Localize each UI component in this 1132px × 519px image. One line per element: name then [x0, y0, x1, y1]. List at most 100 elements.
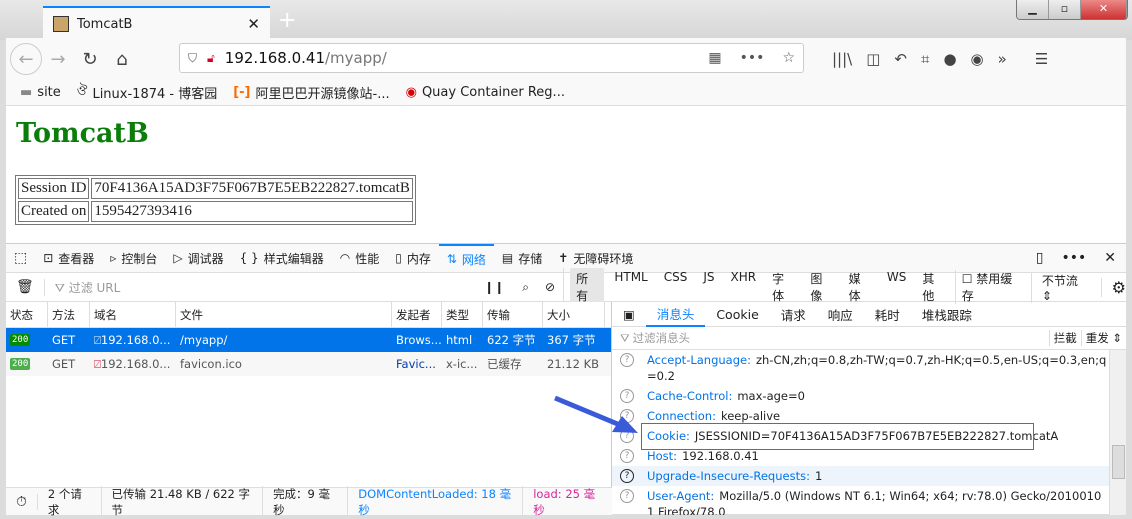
tab-stack-trace[interactable]: 堆栈跟踪 [911, 302, 983, 327]
request-domain: ⍁ 192.168.0... [94, 356, 171, 372]
close-window-button[interactable]: ✕ [1081, 0, 1127, 19]
tab-performance[interactable]: ◠ 性能 [332, 244, 388, 273]
crop-icon[interactable]: ⌗ [921, 50, 929, 68]
help-icon[interactable]: ? [620, 449, 634, 463]
close-devtools-icon[interactable]: ✕ [1104, 250, 1116, 266]
col-domain[interactable]: 域名 [90, 302, 176, 327]
col-method[interactable]: 方法 [48, 302, 90, 327]
memory-icon: ▯ [395, 251, 402, 265]
filter-js[interactable]: JS [697, 268, 720, 306]
sidebar-icon[interactable]: ◫ [866, 50, 880, 68]
bookmark-aliyun[interactable]: [-] 阿里巴巴开源镜像站-... [233, 83, 389, 102]
library-icon[interactable]: |||\ [832, 50, 852, 68]
load-time: load: 25 毫秒 [533, 486, 596, 517]
tab-response[interactable]: 响应 [817, 302, 864, 327]
filter-html[interactable]: HTML [608, 268, 653, 306]
help-icon[interactable]: ? [620, 489, 634, 503]
disable-cache-checkbox[interactable]: ☐ 禁用缓存 [954, 270, 1023, 304]
window-controls: ▁ ▫ ✕ [1016, 0, 1128, 20]
search-icon[interactable]: ⌕ [514, 280, 537, 295]
request-row[interactable]: 200 GET ⍁ 192.168.0... favicon.ico Favic… [6, 352, 611, 376]
scrollbar-thumb[interactable] [1112, 445, 1125, 479]
bookmarks-bar: ▬ site ঔ Linux-1874 - 博客园 [-] 阿里巴巴开源镜像站-...… [6, 80, 1126, 106]
more-icon[interactable]: ••• [740, 50, 765, 66]
extension-icon[interactable]: ● [943, 50, 956, 68]
filter-ws[interactable]: WS [881, 268, 912, 306]
bookmark-site[interactable]: ▬ site [20, 85, 61, 100]
close-tab-icon[interactable]: ✕ [247, 15, 260, 33]
session-id-value: 70F4136A15AD3F75F067B7E5EB222827.tomcatB [91, 178, 413, 199]
header-filter-input[interactable]: ⛛ 过滤消息头 拦截 重发 ⇕ [612, 327, 1126, 350]
devtools-more-icon[interactable]: ••• [1061, 250, 1086, 266]
new-tab-button[interactable]: + [278, 8, 296, 33]
tab-cookies[interactable]: Cookie [705, 302, 769, 327]
block-icon[interactable]: ⊘ [537, 280, 563, 294]
filter-all[interactable]: 所有 [570, 268, 605, 306]
resend-button[interactable]: 重发 ⇕ [1080, 330, 1126, 346]
tab-style-editor[interactable]: { } 样式编辑器 [232, 244, 332, 273]
filter-css[interactable]: CSS [658, 268, 694, 306]
tab-timings[interactable]: 耗时 [864, 302, 911, 327]
col-type[interactable]: 类型 [442, 302, 483, 327]
col-initiator[interactable]: 发起者 [392, 302, 442, 327]
url-bar[interactable]: ⛉ 🔓︎ 192.168.0.41/myapp/ ▦ ••• ☆ [179, 43, 804, 73]
col-status[interactable]: 状态 [6, 302, 48, 327]
tab-params[interactable]: 请求 [770, 302, 817, 327]
insecure-lock-icon[interactable]: 🔓︎ [207, 51, 215, 66]
browser-tab[interactable]: TomcatB ✕ [43, 6, 270, 40]
maximize-button[interactable]: ▫ [1049, 0, 1081, 19]
undo-icon[interactable]: ↶ [894, 50, 907, 68]
tab-network[interactable]: ⇅ 网络 [438, 243, 494, 273]
col-size[interactable]: 大小 [543, 302, 605, 327]
filter-url-input[interactable]: ⛛ 过滤 URL [43, 278, 474, 296]
url-path: /myapp/ [325, 49, 387, 67]
header-row: ? Cache-Control: max-age=0 [612, 386, 1126, 406]
filter-images[interactable]: 图像 [804, 268, 838, 306]
reload-button[interactable]: ↻ [74, 43, 106, 75]
throttle-select[interactable]: 不节流 ⇕ [1030, 271, 1101, 303]
col-file[interactable]: 文件 [176, 302, 392, 327]
quay-icon: ◉ [405, 85, 417, 100]
menu-icon[interactable]: ☰ [1035, 50, 1048, 68]
request-row[interactable]: 200 GET ⍁ 192.168.0... /myapp/ Brows... … [6, 328, 611, 352]
home-button[interactable]: ⌂ [106, 43, 138, 75]
qr-code-icon[interactable]: ▦ [708, 50, 721, 66]
filter-fonts[interactable]: 字体 [766, 268, 800, 306]
dock-icon[interactable]: ▯ [1036, 250, 1044, 266]
bookmark-star-icon[interactable]: ☆ [782, 50, 795, 66]
minimize-button[interactable]: ▁ [1017, 0, 1049, 19]
settings-gear-icon[interactable]: ⚙ [1100, 277, 1126, 297]
request-type: html [446, 333, 473, 347]
overflow-icon[interactable]: » [998, 50, 1007, 68]
pause-icon[interactable]: ❙❙ [474, 280, 514, 294]
col-transferred[interactable]: 传输 [483, 302, 543, 327]
tab-headers[interactable]: 消息头 [645, 302, 706, 327]
tab-inspector[interactable]: ⊡ 查看器 [35, 244, 102, 273]
filter-media[interactable]: 媒体 [843, 268, 877, 306]
header-row: ? Accept-Language: zh-CN,zh;q=0.8,zh-TW;q=… [612, 350, 1126, 386]
tab-console[interactable]: ▹ 控制台 [102, 244, 165, 273]
forward-button[interactable]: → [42, 43, 74, 75]
help-icon[interactable]: ? [620, 469, 634, 483]
headers-scrollbar[interactable] [1109, 350, 1126, 515]
block-button[interactable]: 拦截 [1048, 330, 1081, 346]
toggle-sidebar-icon[interactable]: ▣ [612, 302, 646, 327]
filter-xhr[interactable]: XHR [725, 268, 763, 306]
request-initiator: Favic... [396, 357, 436, 371]
bookmark-cnblogs[interactable]: ঔ Linux-1874 - 博客园 [77, 82, 217, 103]
bookmark-quay[interactable]: ◉ Quay Container Reg... [406, 85, 565, 100]
cnblogs-icon: ঔ [76, 84, 88, 99]
back-button[interactable]: ← [10, 43, 42, 75]
account-icon[interactable]: ◉ [971, 50, 984, 68]
element-picker-icon[interactable]: ⬚ [6, 244, 35, 273]
tab-debugger[interactable]: ▷ 调试器 [165, 244, 231, 273]
request-file: favicon.ico [180, 357, 242, 371]
help-icon[interactable]: ? [620, 353, 634, 367]
request-list-header: 状态 方法 域名 文件 发起者 类型 传输 大小 [6, 302, 611, 328]
trash-icon[interactable]: 🗑︎ [6, 279, 44, 295]
tab-memory[interactable]: ▯ 内存 [387, 244, 439, 273]
shield-icon[interactable]: ⛉ [188, 51, 197, 66]
tab-storage[interactable]: ▤ 存储 [494, 244, 550, 273]
filter-other[interactable]: 其他 [916, 268, 950, 306]
url-host: 192.168.0.41 [224, 49, 325, 67]
